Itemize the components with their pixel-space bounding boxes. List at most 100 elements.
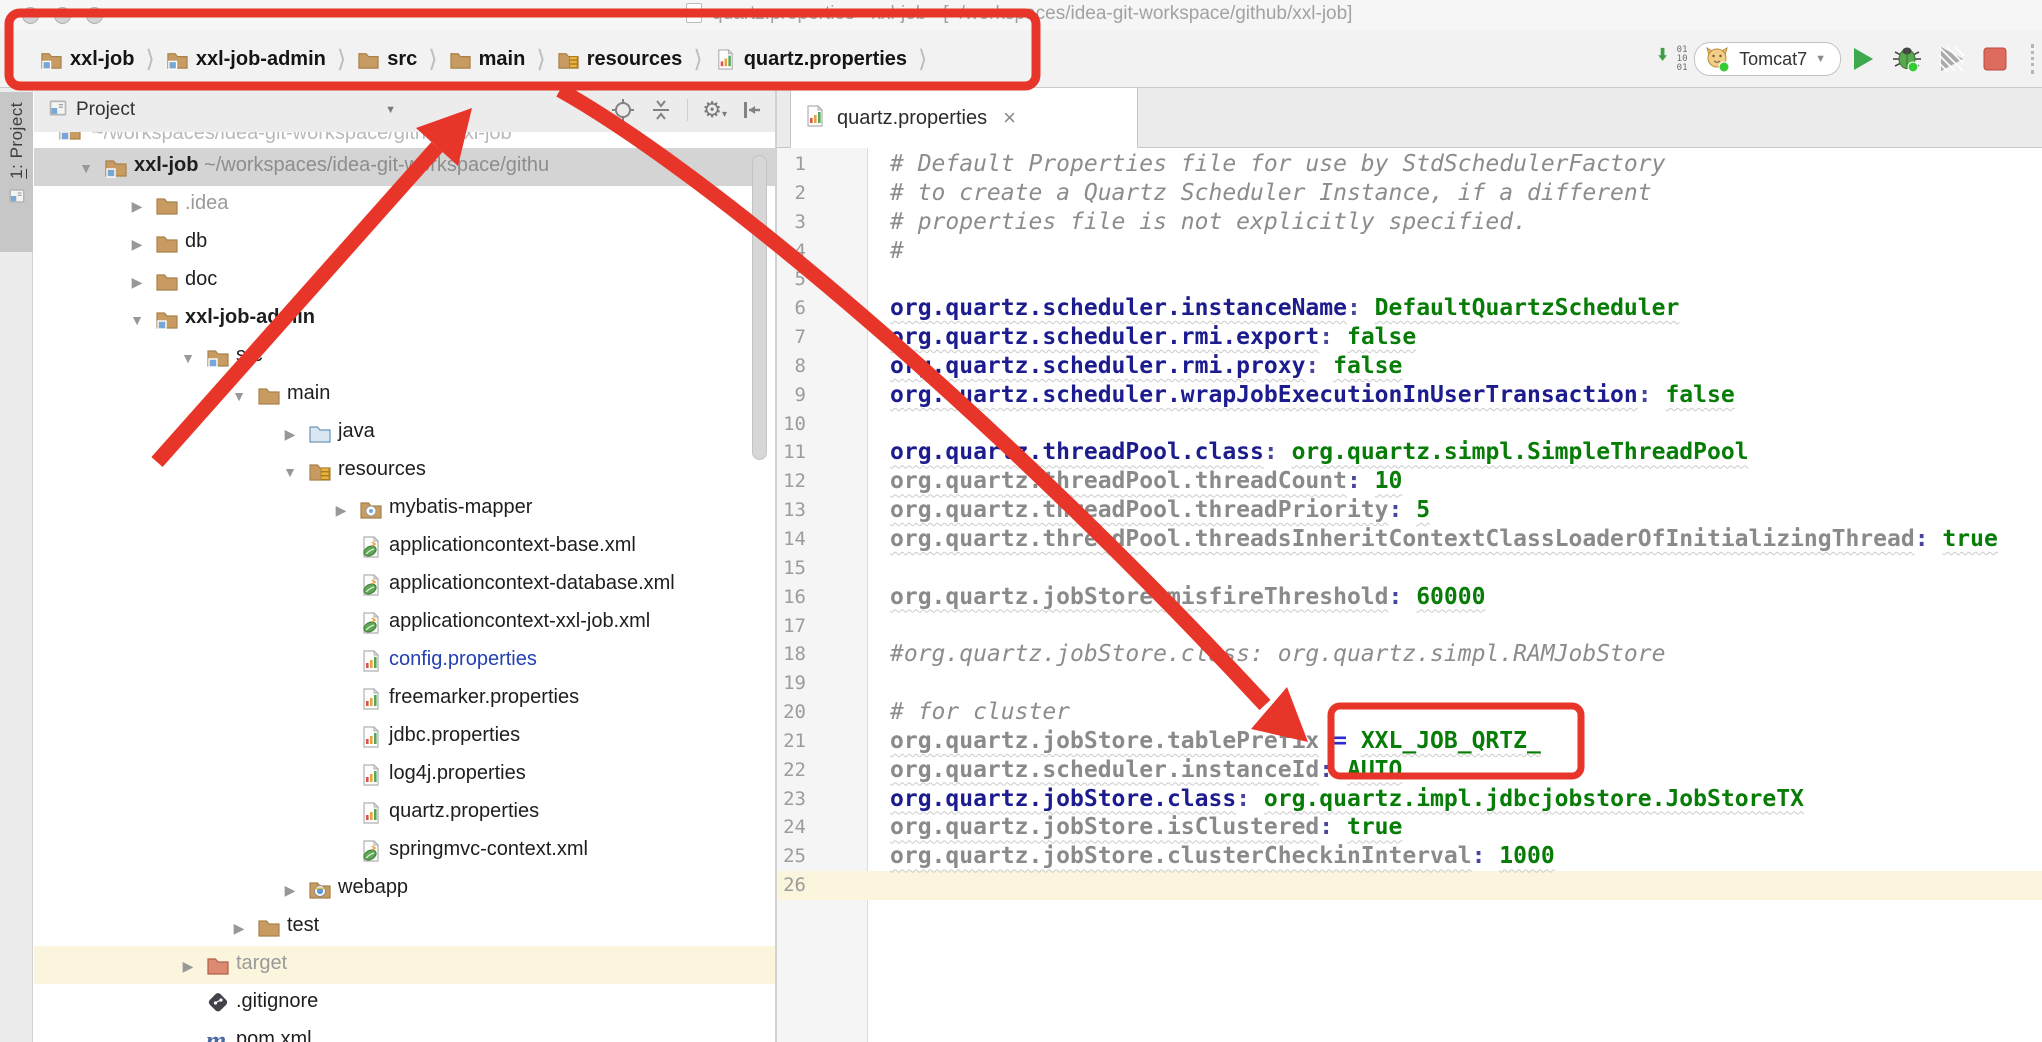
tree-label: mybatis-mapper (389, 496, 532, 519)
breadcrumb-item-xxl-job-admin[interactable]: xxl-job-admin (166, 48, 326, 71)
breadcrumb-item-resources[interactable]: resources (557, 48, 683, 71)
code-line-11[interactable]: org.quartz.threadPool.class: org.quartz.… (777, 438, 2042, 467)
update-arrow-icon (1657, 46, 1677, 72)
project-tree: ▼xxl-job ~/workspaces/idea-git-workspace… (34, 148, 775, 1042)
update-project-button[interactable]: 011001 (1655, 42, 1689, 76)
tree-expanded-icon[interactable]: ▼ (180, 350, 196, 366)
tree-row-java[interactable]: ▶java (34, 414, 775, 452)
tree-row-webapp[interactable]: ▶webapp (34, 870, 775, 908)
code-line-6[interactable]: org.quartz.scheduler.instanceName: Defau… (777, 294, 2042, 323)
code-line-13[interactable]: org.quartz.threadPool.threadPriority: 5 (777, 496, 2042, 525)
tree-row-mybatis-mapper[interactable]: ▶ mybatis-mapper (34, 490, 775, 528)
tree-scrollbar-thumb[interactable] (752, 155, 767, 460)
tree-row-pom.xml[interactable]: mpom.xml (34, 1022, 775, 1042)
close-tab-icon[interactable]: × (1003, 105, 1016, 131)
tree-row-main[interactable]: ▼main (34, 376, 775, 414)
tree-row-jdbc.properties[interactable]: jdbc.properties (34, 718, 775, 756)
code-line-8[interactable]: org.quartz.scheduler.rmi.proxy: false (777, 352, 2042, 381)
properties-file-icon (359, 649, 383, 673)
minimize-window-button[interactable] (54, 7, 71, 24)
tree-row-db[interactable]: ▶db (34, 224, 775, 262)
code-line-16[interactable]: org.quartz.jobStore.misfireThreshold: 60… (777, 583, 2042, 612)
code-line-7[interactable]: org.quartz.scheduler.rmi.export: false (777, 323, 2042, 352)
collapse-all-icon[interactable] (649, 98, 673, 122)
breadcrumb: xxl-job⟩xxl-job-admin⟩src⟩main⟩resources… (40, 30, 938, 88)
tree-row-applicationcontext-database.xml[interactable]: applicationcontext-database.xml (34, 566, 775, 604)
tree-row-freemarker.properties[interactable]: freemarker.properties (34, 680, 775, 718)
tree-row-target[interactable]: ▶target (34, 946, 775, 984)
code-line-4[interactable]: # (777, 237, 2042, 266)
tree-collapsed-icon[interactable]: ▶ (333, 502, 349, 519)
code-line-18[interactable]: #org.quartz.jobStore.class: org.quartz.s… (777, 640, 2042, 669)
code-line-10[interactable] (777, 410, 2042, 439)
module-folder-icon (155, 307, 179, 331)
debug-button[interactable] (1890, 42, 1924, 76)
editor-body[interactable]: # Default Properties file for use by Std… (777, 148, 2042, 1042)
code-line-12[interactable]: org.quartz.threadPool.threadCount: 10 (777, 467, 2042, 496)
locate-icon[interactable] (611, 98, 635, 122)
tree-collapsed-icon[interactable]: ▶ (129, 274, 145, 291)
breadcrumb-item-xxl-job[interactable]: xxl-job (40, 48, 134, 71)
chevron-down-icon: ▼ (1815, 53, 1826, 65)
code-line-5[interactable] (777, 265, 2042, 294)
tree-row-xxl-job[interactable]: ▼xxl-job ~/workspaces/idea-git-workspace… (34, 148, 775, 186)
gear-icon[interactable]: ⚙▾ (702, 97, 727, 123)
tree-row-springmvc-context.xml[interactable]: springmvc-context.xml (34, 832, 775, 870)
tree-collapsed-icon[interactable]: ▶ (129, 236, 145, 253)
code-line-1[interactable]: # Default Properties file for use by Std… (777, 150, 2042, 179)
tree-expanded-icon[interactable]: ▼ (129, 312, 145, 328)
tree-expanded-icon[interactable]: ▼ (78, 160, 94, 176)
tree-expanded-icon[interactable]: ▼ (231, 388, 247, 404)
tree-label: freemarker.properties (389, 686, 579, 709)
tree-row-quartz.properties[interactable]: quartz.properties (34, 794, 775, 832)
code-line-22[interactable]: org.quartz.scheduler.instanceId: AUTO (777, 756, 2042, 785)
tree-row-.idea[interactable]: ▶.idea (34, 186, 775, 224)
code-line-14[interactable]: org.quartz.threadPool.threadsInheritCont… (777, 525, 2042, 554)
tree-row-log4j.properties[interactable]: log4j.properties (34, 756, 775, 794)
code-line-17[interactable] (777, 612, 2042, 641)
tree-row-src[interactable]: ▼src (34, 338, 775, 376)
tree-collapsed-icon[interactable]: ▶ (180, 958, 196, 975)
tree-collapsed-icon[interactable]: ▶ (231, 920, 247, 937)
close-window-button[interactable] (22, 7, 39, 24)
code-line-23[interactable]: org.quartz.jobStore.class: org.quartz.im… (777, 785, 2042, 814)
project-view-dropdown-icon[interactable]: ▼ (385, 104, 396, 116)
code-line-20[interactable]: # for cluster (777, 698, 2042, 727)
code-line-15[interactable] (777, 554, 2042, 583)
tree-collapsed-icon[interactable]: ▶ (282, 426, 298, 443)
hide-panel-icon[interactable] (741, 99, 763, 121)
tree-expanded-icon[interactable]: ▼ (282, 464, 298, 480)
run-with-coverage-button[interactable] (1934, 42, 1968, 76)
code-line-2[interactable]: # to create a Quartz Scheduler Instance,… (777, 179, 2042, 208)
code-line-9[interactable]: org.quartz.scheduler.wrapJobExecutionInU… (777, 381, 2042, 410)
tree-row-applicationcontext-xxl-job.xml[interactable]: applicationcontext-xxl-job.xml (34, 604, 775, 642)
code-line-25[interactable]: org.quartz.jobStore.clusterCheckinInterv… (777, 842, 2042, 871)
tree-row-doc[interactable]: ▶doc (34, 262, 775, 300)
breadcrumb-item-src[interactable]: src (357, 48, 417, 71)
run-configuration-select[interactable]: Tomcat7 ▼ (1694, 42, 1841, 76)
zoom-window-button[interactable] (86, 7, 103, 24)
sidebar-tab-project[interactable]: 1: Project (0, 92, 33, 252)
tree-collapsed-icon[interactable]: ▶ (129, 198, 145, 215)
code-line-3[interactable]: # properties file is not explicitly spec… (777, 208, 2042, 237)
tree-row-resources[interactable]: ▼resources (34, 452, 775, 490)
tree-row-.gitignore[interactable]: .gitignore (34, 984, 775, 1022)
run-button[interactable] (1846, 42, 1880, 76)
tree-row-test[interactable]: ▶test (34, 908, 775, 946)
tree-row-applicationcontext-base.xml[interactable]: applicationcontext-base.xml (34, 528, 775, 566)
code-area[interactable]: # Default Properties file for use by Std… (777, 150, 2042, 900)
breadcrumb-item-quartz.properties[interactable]: quartz.properties (714, 48, 907, 71)
breadcrumb-item-main[interactable]: main (449, 48, 526, 71)
tab-quartz-properties[interactable]: quartz.properties × (790, 88, 1138, 148)
code-line-21[interactable]: org.quartz.jobStore.tablePrefix = XXL_JO… (777, 727, 2042, 756)
toolbar-drag-handle[interactable] (2031, 44, 2034, 74)
code-line-19[interactable] (777, 669, 2042, 698)
code-line-26[interactable] (777, 871, 2042, 900)
code-line-24[interactable]: org.quartz.jobStore.isClustered: true (777, 813, 2042, 842)
tree-collapsed-icon[interactable]: ▶ (282, 882, 298, 899)
tree-row-xxl-job-admin[interactable]: ▼xxl-job-admin (34, 300, 775, 338)
gitignore-icon (206, 991, 230, 1015)
stop-button[interactable] (1978, 42, 2012, 76)
breadcrumb-label: quartz.properties (744, 48, 907, 71)
tree-row-config.properties[interactable]: config.properties (34, 642, 775, 680)
